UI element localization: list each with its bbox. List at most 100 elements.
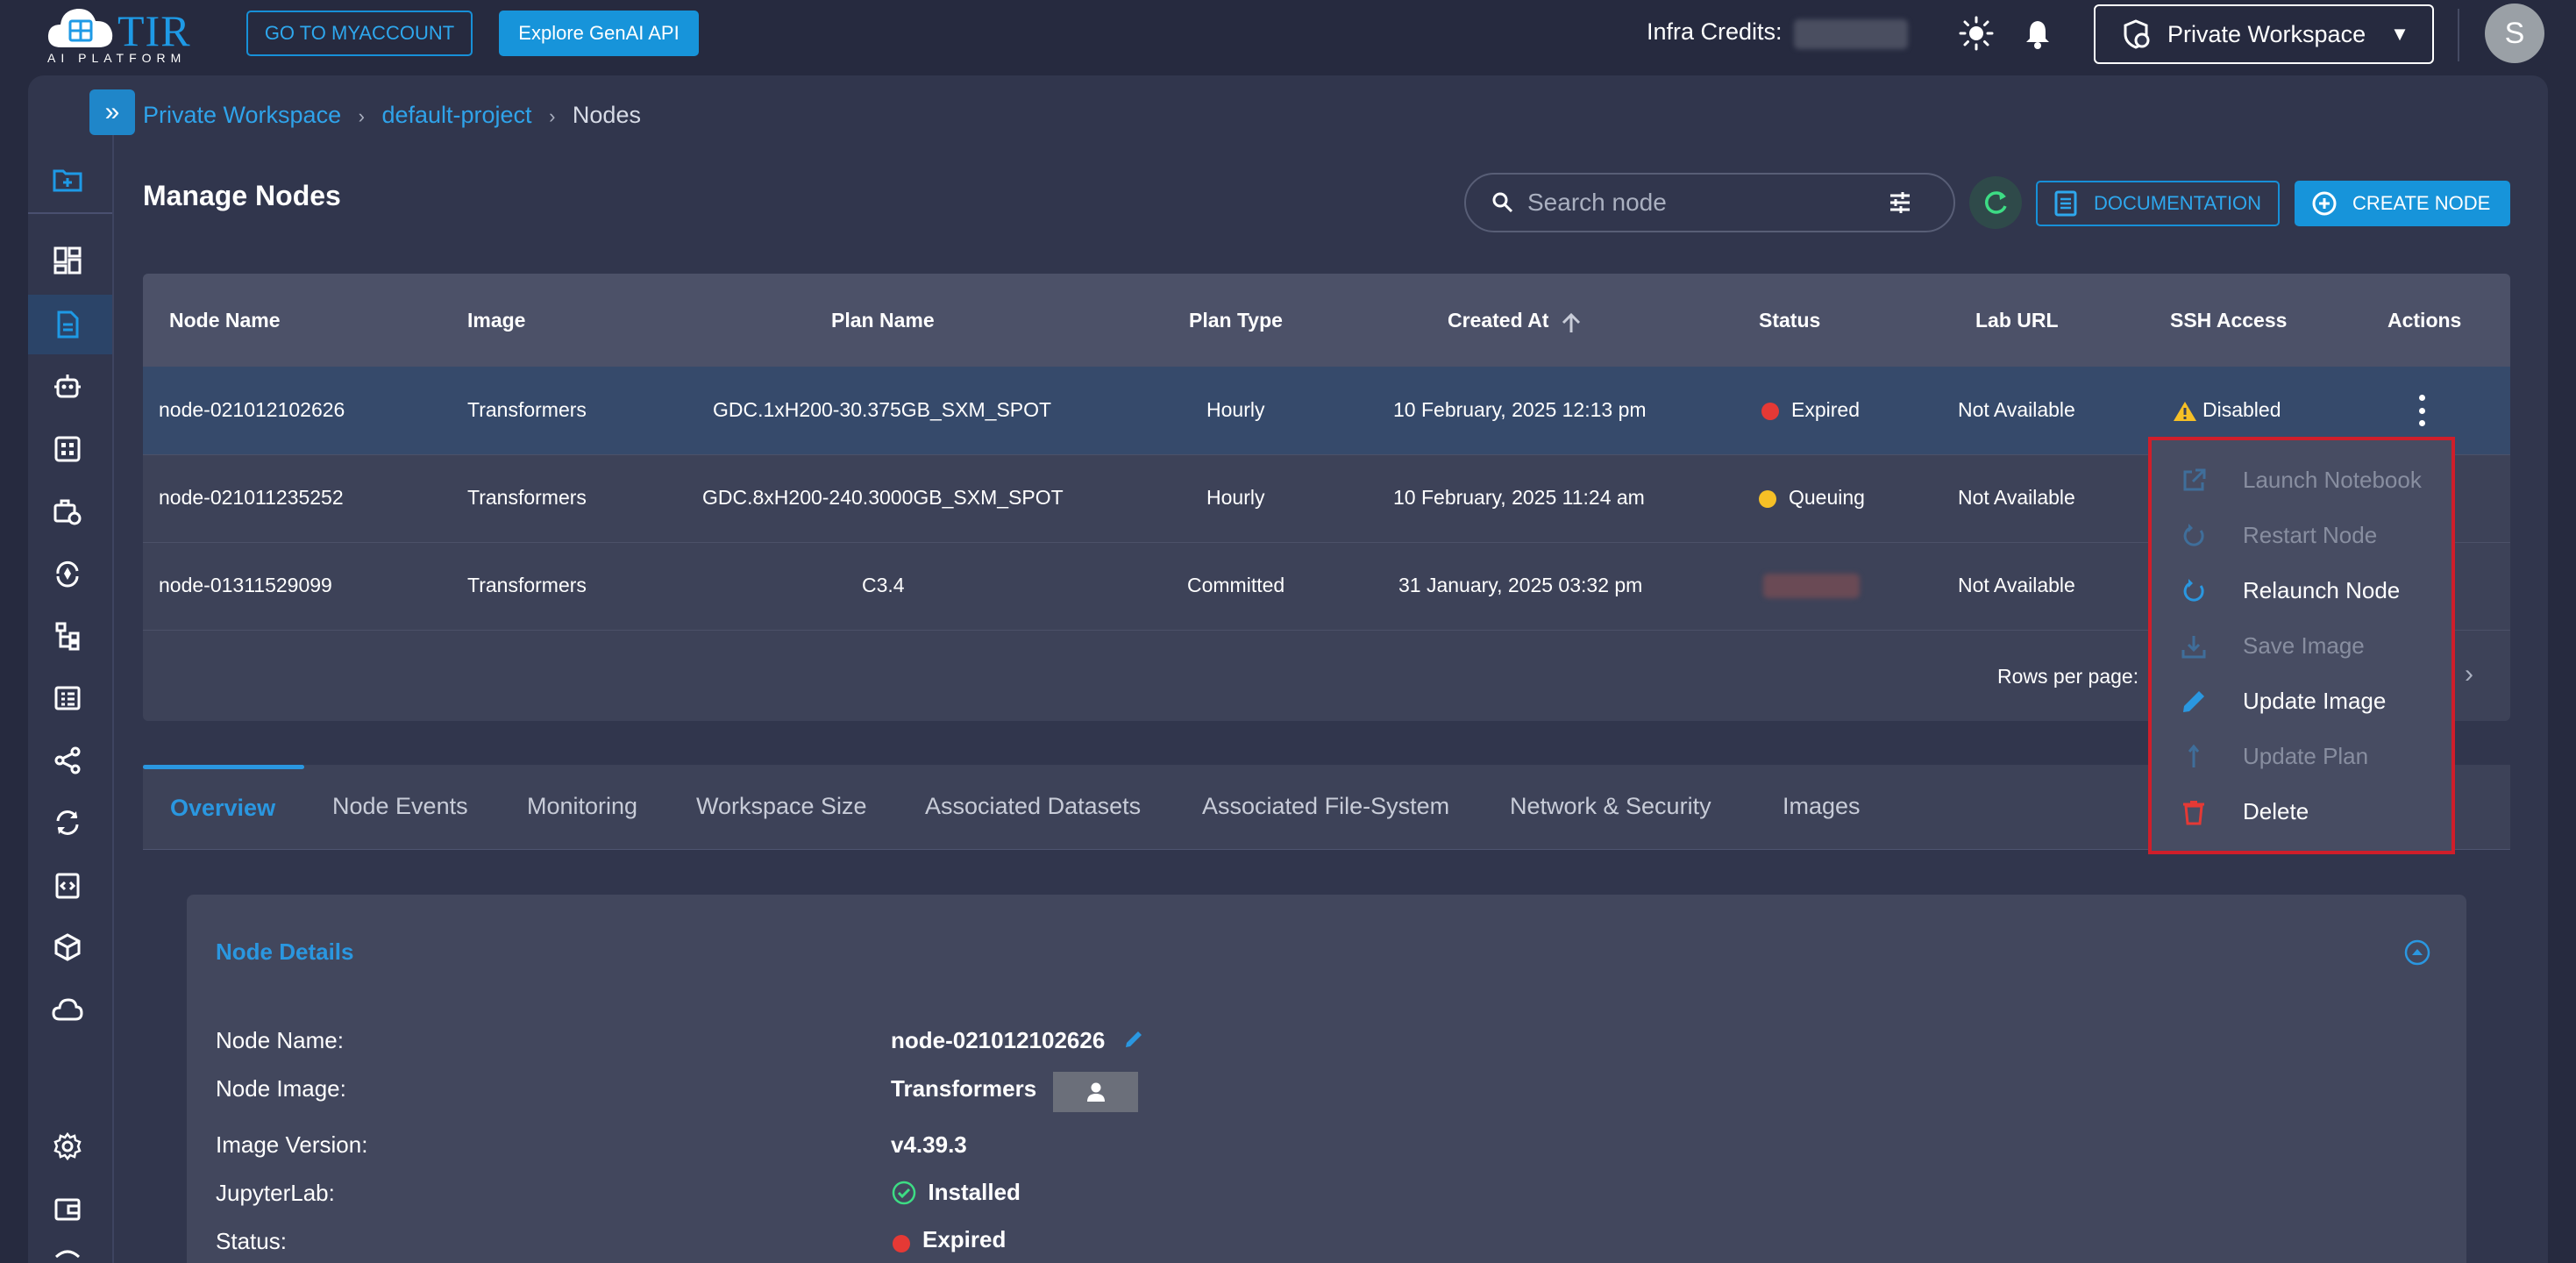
cell-status: Queuing	[1759, 486, 1865, 510]
explore-genai-button[interactable]: Explore GenAI API	[499, 11, 699, 56]
expand-sidebar-button[interactable]: »	[89, 89, 135, 135]
grid-icon	[54, 436, 81, 462]
logo-text: TIR	[117, 6, 191, 55]
sync-icon	[56, 810, 79, 835]
menu-item-launch-notebook[interactable]: Launch Notebook	[2152, 453, 2451, 508]
next-page-chevron-icon[interactable]: ›	[2465, 660, 2473, 689]
cloud-icon	[52, 998, 83, 1021]
menu-item-label: Relaunch Node	[2243, 577, 2401, 603]
search-box[interactable]: Search node	[1464, 173, 1955, 232]
field-node-name-label: Node Name:	[216, 1027, 344, 1053]
cloud-logo-icon	[47, 8, 113, 47]
sidebar-item-pipelines[interactable]	[46, 614, 89, 658]
tab-associated-datasets[interactable]: Associated Datasets	[925, 793, 1141, 820]
documentation-button[interactable]: DOCUMENTATION	[2036, 181, 2280, 226]
cell-plan-name: GDC.1xH200-30.375GB_SXM_SPOT	[713, 398, 1052, 421]
sidebar-item-cloud[interactable]	[46, 988, 89, 1031]
restart-icon	[2178, 520, 2210, 552]
col-status[interactable]: Status	[1759, 309, 1820, 332]
sidebar-item-billing[interactable]	[46, 1187, 89, 1231]
col-created-at[interactable]: Created At	[1448, 309, 1583, 335]
sidebar-item-share[interactable]	[46, 739, 89, 782]
search-input[interactable]: Search node	[1527, 189, 1887, 217]
cell-created-at: 10 February, 2025 12:13 pm	[1393, 398, 1647, 421]
tab-monitoring[interactable]: Monitoring	[527, 793, 637, 820]
cell-image: Transformers	[467, 574, 587, 596]
field-status-label: Status:	[216, 1228, 287, 1254]
tab-node-events[interactable]: Node Events	[332, 793, 468, 820]
rows-per-page-label: Rows per page:	[1997, 665, 2139, 688]
refresh-button[interactable]	[1969, 176, 2022, 229]
cell-status: Expired	[1761, 398, 1860, 422]
cell-plan-type: Hourly	[1206, 398, 1265, 421]
theme-toggle-icon[interactable]	[1957, 14, 1996, 53]
sidebar-item-more[interactable]	[46, 1245, 89, 1263]
sidebar-item-models[interactable]	[46, 925, 89, 969]
sidebar-divider	[28, 212, 112, 214]
menu-item-delete[interactable]: Delete	[2152, 784, 2451, 839]
cell-plan-name: C3.4	[862, 574, 905, 596]
col-plan-type[interactable]: Plan Type	[1189, 309, 1283, 332]
tab-workspace-size[interactable]: Workspace Size	[696, 793, 867, 820]
sidebar-item-apps[interactable]	[46, 427, 89, 471]
menu-item-restart-node[interactable]: Restart Node	[2152, 508, 2451, 563]
partial-icon	[54, 1250, 81, 1259]
sidebar-item-projects[interactable]	[46, 158, 89, 202]
cell-status-blurred	[1763, 574, 1860, 598]
edit-pencil-icon[interactable]	[1122, 1028, 1147, 1052]
sidebar-item-agents[interactable]	[46, 365, 89, 409]
notification-bell-icon[interactable]	[2020, 16, 2055, 51]
create-node-button[interactable]: CREATE NODE	[2295, 181, 2510, 226]
infra-credits-label: Infra Credits:	[1647, 18, 1783, 45]
search-icon	[1492, 192, 1513, 213]
infra-credits-value	[1794, 19, 1908, 49]
sidebar-item-jobs[interactable]	[46, 489, 89, 533]
tab-images[interactable]: Images	[1783, 793, 1861, 820]
menu-item-save-image[interactable]: Save Image	[2152, 618, 2451, 674]
col-lab-url[interactable]: Lab URL	[1975, 309, 2059, 332]
sidebar-item-dashboard[interactable]	[46, 239, 89, 282]
go-to-myaccount-button[interactable]: GO TO MYACCOUNT	[246, 11, 473, 56]
workspace-selector[interactable]: Private Workspace ▼	[2094, 4, 2434, 64]
col-image[interactable]: Image	[467, 309, 525, 332]
tab-network-security[interactable]: Network & Security	[1510, 793, 1711, 820]
dashboard-icon	[53, 246, 82, 275]
relaunch-icon	[2178, 575, 2210, 607]
sidebar-item-deployments[interactable]	[46, 552, 89, 596]
download-icon	[2178, 631, 2210, 662]
user-avatar[interactable]: S	[2485, 4, 2544, 63]
arrow-up-icon	[2178, 741, 2210, 773]
list-icon	[54, 686, 81, 710]
tab-associated-file-system[interactable]: Associated File-System	[1202, 793, 1449, 820]
sort-arrow-up-icon[interactable]	[1560, 312, 1583, 335]
breadcrumb-separator: ›	[549, 105, 556, 127]
breadcrumb-project[interactable]: default-project	[381, 102, 531, 128]
filter-sliders-icon[interactable]	[1887, 189, 1913, 216]
sidebar-item-integrations[interactable]	[46, 863, 89, 907]
collapse-chevron-up-icon[interactable]	[2403, 938, 2431, 967]
double-chevron-right-icon: »	[104, 97, 120, 126]
tab-overview[interactable]: Overview	[170, 795, 275, 822]
breadcrumb-workspace[interactable]: Private Workspace	[143, 102, 341, 128]
menu-item-update-image[interactable]: Update Image	[2152, 674, 2451, 729]
col-actions: Actions	[2387, 309, 2462, 332]
cell-lab-url: Not Available	[1958, 486, 2075, 509]
sidebar-item-settings[interactable]	[46, 1124, 89, 1168]
sidebar-item-nodes[interactable]	[46, 303, 89, 346]
create-node-label: CREATE NODE	[2352, 192, 2491, 214]
sidebar-item-catalog[interactable]	[46, 676, 89, 720]
field-node-name-value: node-021012102626	[891, 1027, 1106, 1053]
gear-icon	[53, 1131, 82, 1161]
sync-rocket-icon	[56, 560, 79, 588]
cell-plan-type: Committed	[1187, 574, 1285, 596]
menu-item-relaunch-node[interactable]: Relaunch Node	[2152, 563, 2451, 618]
cell-ssh-access: Disabled	[2173, 398, 2281, 423]
col-plan-name[interactable]: Plan Name	[831, 309, 935, 332]
cell-image: Transformers	[467, 398, 587, 421]
col-node-name[interactable]: Node Name	[169, 309, 281, 332]
tir-logo[interactable]: TIR AI PLATFORM	[46, 4, 212, 65]
menu-item-update-plan[interactable]: Update Plan	[2152, 729, 2451, 784]
col-ssh-access[interactable]: SSH Access	[2170, 309, 2287, 332]
row-actions-menu-icon[interactable]	[2409, 395, 2435, 426]
sidebar-item-sync[interactable]	[46, 801, 89, 845]
